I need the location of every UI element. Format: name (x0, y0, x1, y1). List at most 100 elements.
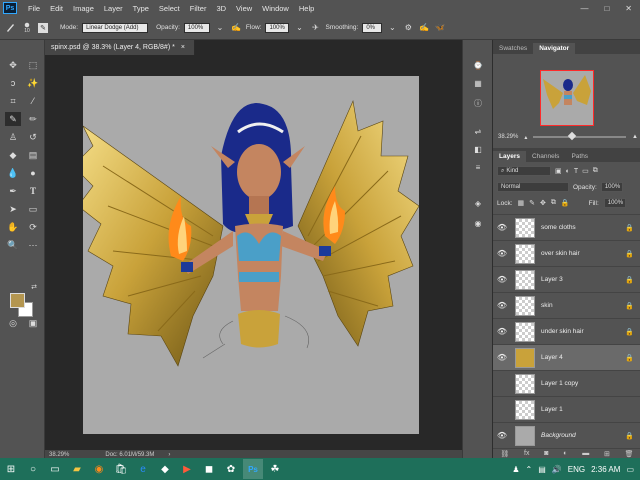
properties-icon[interactable]: ≡ (471, 160, 485, 174)
store-icon[interactable]: 🛍 (111, 459, 131, 479)
menu-view[interactable]: View (231, 4, 257, 13)
brush-tool-icon[interactable] (4, 22, 16, 34)
chevron-up-icon[interactable]: ⌃ (526, 465, 533, 474)
tab-channels[interactable]: Channels (526, 151, 565, 162)
layers-stack-icon[interactable]: ◈ (471, 196, 485, 210)
move-tool-icon[interactable]: ✥ (5, 58, 21, 72)
opacity-dropdown-icon[interactable]: ⌄ (214, 22, 226, 34)
brush-settings-icon[interactable]: ◧ (471, 142, 485, 156)
brush-preset-picker[interactable]: 10 (20, 22, 34, 34)
close-button[interactable]: ✕ (625, 4, 632, 13)
navigator-zoom-slider[interactable] (533, 131, 627, 141)
brush-settings-icon[interactable]: ✎ (38, 22, 48, 33)
media-icon[interactable]: ▶ (177, 459, 197, 479)
airbrush-icon[interactable]: ✈ (309, 22, 321, 34)
zoom-in-icon[interactable]: ▲ (632, 134, 638, 140)
opacity-input[interactable]: 100% (183, 22, 210, 33)
brush-tool-icon[interactable]: ✎ (5, 112, 21, 126)
layer-filter-select[interactable]: ⌕ Kind (497, 166, 551, 176)
smoothing-input[interactable]: 0% (362, 22, 383, 33)
search-icon[interactable]: ○ (23, 459, 43, 479)
folder-icon[interactable]: ▬ (582, 450, 589, 457)
menu-layer[interactable]: Layer (99, 4, 128, 13)
task-view-icon[interactable]: ▭ (45, 459, 65, 479)
layer-row[interactable]: 👁 over skin hair 🔒 (493, 240, 640, 266)
stamp-tool-icon[interactable]: ♙ (5, 130, 21, 144)
menu-3d[interactable]: 3D (211, 4, 231, 13)
filter-shape-icon[interactable]: ▭ (582, 167, 589, 175)
menu-edit[interactable]: Edit (45, 4, 68, 13)
history-brush-icon[interactable]: ↺ (25, 130, 41, 144)
pencil-tool-icon[interactable]: ✏ (25, 112, 41, 126)
layer-name[interactable]: Background (541, 432, 625, 439)
dodge-tool-icon[interactable]: ● (25, 166, 41, 180)
lock-transparent-icon[interactable]: ▦ (518, 199, 525, 207)
lock-position-icon[interactable]: ✥ (540, 199, 546, 207)
layer-opacity-input[interactable]: 100% (600, 182, 623, 192)
layer-row[interactable]: 👁 skin 🔒 (493, 292, 640, 318)
visibility-eye-icon[interactable]: 👁 (493, 431, 511, 440)
magic-wand-icon[interactable]: ✨ (25, 76, 41, 90)
layer-row[interactable]: 👁 Layer 1 (493, 396, 640, 422)
lock-artboard-icon[interactable]: ⧉ (551, 199, 556, 207)
pressure-size-icon[interactable]: ✍ (418, 22, 430, 34)
layer-row[interactable]: 👁 some cloths 🔒 (493, 214, 640, 240)
fill-input[interactable]: 100% (603, 198, 626, 208)
filter-pixel-icon[interactable]: ▣ (555, 167, 562, 175)
app-icon[interactable]: ◆ (155, 459, 175, 479)
layer-row[interactable]: 👁 Layer 1 copy (493, 370, 640, 396)
people-icon[interactable]: ♟ (512, 465, 519, 474)
marquee-tool-icon[interactable]: ⬚ (25, 58, 41, 72)
tab-navigator[interactable]: Navigator (533, 43, 576, 54)
filter-smart-icon[interactable]: ⧉ (593, 167, 598, 175)
layer-name[interactable]: Layer 3 (541, 276, 625, 283)
tab-swatches[interactable]: Swatches (493, 43, 533, 54)
quick-mask-icon[interactable]: ◎ (5, 316, 21, 330)
pen-tool-icon[interactable]: ✒ (5, 184, 21, 198)
swatches-icon[interactable]: ▦ (471, 76, 485, 90)
visibility-eye-icon[interactable]: 👁 (493, 405, 511, 414)
layer-row-selected[interactable]: 👁 Layer 4 🔒 (493, 344, 640, 370)
notifications-icon[interactable]: ▭ (626, 465, 634, 474)
layer-row[interactable]: 👁 under skin hair 🔒 (493, 318, 640, 344)
zoom-tool-icon[interactable]: 🔍 (5, 238, 21, 252)
link-icon[interactable]: ⛓ (500, 450, 509, 458)
swap-colors-icon[interactable]: ⇄ (26, 280, 42, 294)
mask-icon[interactable]: ◙ (544, 450, 548, 457)
volume-icon[interactable]: 🔊 (552, 465, 562, 474)
visibility-eye-icon[interactable]: 👁 (493, 275, 511, 284)
app2-icon[interactable]: ◼ (199, 459, 219, 479)
rotate-view-icon[interactable]: ⟳ (25, 220, 41, 234)
adjustment-icon[interactable]: ◐ (563, 450, 567, 457)
canvas[interactable] (72, 76, 420, 434)
layer-name[interactable]: Layer 1 (541, 406, 625, 413)
visibility-eye-icon[interactable]: 👁 (493, 223, 511, 232)
mode-select[interactable]: Linear Dodge (Add) (82, 22, 149, 33)
document-tab[interactable]: spinx.psd @ 38.3% (Layer 4, RGB/8#) * × (45, 40, 195, 55)
minimize-button[interactable]: — (580, 4, 588, 13)
menu-file[interactable]: File (23, 4, 45, 13)
eraser-tool-icon[interactable]: ◆ (5, 148, 21, 162)
blur-tool-icon[interactable]: 💧 (5, 166, 21, 180)
foreground-color-swatch[interactable] (10, 293, 25, 308)
visibility-eye-icon[interactable]: 👁 (493, 327, 511, 336)
flow-input[interactable]: 100% (265, 22, 290, 33)
adjustments-icon[interactable]: ⇌ (471, 124, 485, 138)
screen-mode-icon[interactable]: ▣ (25, 316, 41, 330)
shape-tool-icon[interactable]: ▭ (25, 202, 41, 216)
app3-icon[interactable]: ✿ (221, 459, 241, 479)
filter-adjust-icon[interactable]: ◐ (566, 168, 570, 175)
info-icon[interactable]: ⓘ (471, 96, 485, 110)
type-tool-icon[interactable]: T (25, 184, 41, 198)
tab-paths[interactable]: Paths (565, 151, 594, 162)
smoothing-dropdown-icon[interactable]: ⌄ (386, 22, 398, 34)
windows-start-icon[interactable]: ⊞ (1, 459, 21, 479)
lasso-tool-icon[interactable]: ↄ (5, 76, 21, 90)
flow-dropdown-icon[interactable]: ⌄ (293, 22, 305, 34)
visibility-eye-icon[interactable]: 👁 (493, 301, 511, 310)
app4-icon[interactable]: ☘ (265, 459, 285, 479)
tab-layers[interactable]: Layers (493, 151, 526, 162)
menu-filter[interactable]: Filter (185, 4, 212, 13)
lock-all-icon[interactable]: 🔒 (561, 199, 570, 207)
channels-icon[interactable]: ◉ (471, 216, 485, 230)
